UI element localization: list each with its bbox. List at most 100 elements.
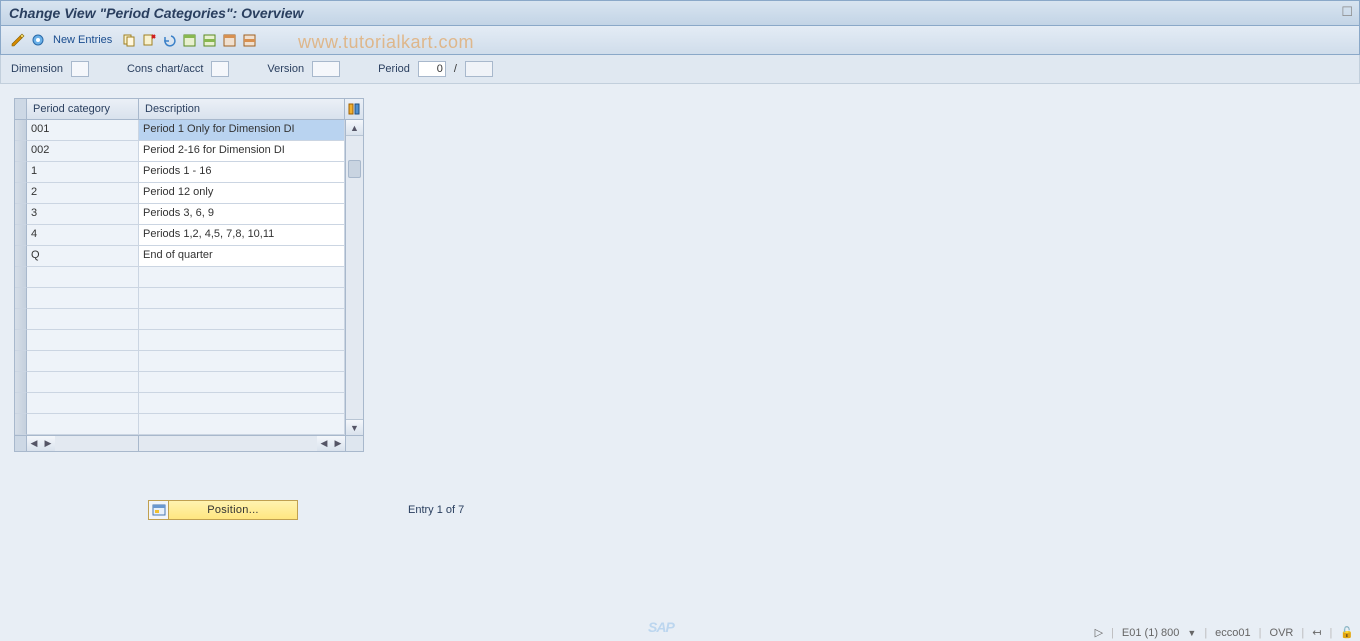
cell-description[interactable]: Period 2-16 for Dimension DI [139, 141, 345, 162]
other-view-icon[interactable] [29, 31, 47, 49]
table-row-empty[interactable] [15, 330, 345, 351]
table-row[interactable]: 1Periods 1 - 16 [15, 162, 345, 183]
delete-icon[interactable] [140, 31, 158, 49]
row-selector-header[interactable] [15, 99, 27, 119]
cell-description[interactable] [139, 288, 345, 309]
cell-period-category[interactable] [27, 414, 139, 435]
cell-description[interactable]: Period 12 only [139, 183, 345, 204]
new-entries-button[interactable]: New Entries [53, 34, 112, 46]
cell-description[interactable]: Periods 3, 6, 9 [139, 204, 345, 225]
position-icon [149, 501, 169, 519]
scroll-down-icon[interactable]: ▼ [346, 419, 363, 435]
row-selector[interactable] [15, 393, 27, 414]
cell-description[interactable] [139, 414, 345, 435]
table-row[interactable]: 3Periods 3, 6, 9 [15, 204, 345, 225]
table-settings-icon[interactable] [345, 99, 363, 119]
sap-logo: SAP [648, 619, 674, 635]
row-selector[interactable] [15, 309, 27, 330]
scroll-right-icon-2[interactable]: ▶ [331, 436, 345, 451]
scroll-up-icon[interactable]: ▲ [346, 120, 363, 136]
row-selector[interactable] [15, 288, 27, 309]
deselect-all-icon[interactable] [220, 31, 238, 49]
period-field[interactable]: 0 [418, 61, 446, 77]
version-field[interactable] [312, 61, 340, 77]
cell-period-category[interactable] [27, 330, 139, 351]
row-selector[interactable] [15, 204, 27, 225]
cell-period-category[interactable]: 2 [27, 183, 139, 204]
cell-period-category[interactable] [27, 288, 139, 309]
cell-description[interactable] [139, 330, 345, 351]
cell-period-category[interactable] [27, 309, 139, 330]
row-selector[interactable] [15, 267, 27, 288]
cell-description[interactable]: End of quarter [139, 246, 345, 267]
row-selector[interactable] [15, 141, 27, 162]
cell-period-category[interactable] [27, 372, 139, 393]
column-header-description[interactable]: Description [139, 99, 345, 119]
row-selector[interactable] [15, 225, 27, 246]
status-back-icon[interactable]: ↤ [1312, 626, 1321, 639]
select-all-icon[interactable] [180, 31, 198, 49]
row-selector[interactable] [15, 414, 27, 435]
table-row-empty[interactable] [15, 372, 345, 393]
version-label: Version [267, 63, 304, 75]
table-row[interactable]: 2Period 12 only [15, 183, 345, 204]
row-selector[interactable] [15, 246, 27, 267]
cell-period-category[interactable]: 002 [27, 141, 139, 162]
status-triangle-icon[interactable]: ▷ [1095, 626, 1103, 639]
cell-description[interactable] [139, 267, 345, 288]
select-block-icon[interactable] [200, 31, 218, 49]
row-selector[interactable] [15, 120, 27, 141]
cell-description[interactable]: Periods 1 - 16 [139, 162, 345, 183]
scroll-left-icon[interactable]: ◀ [27, 436, 41, 451]
cell-period-category[interactable]: 001 [27, 120, 139, 141]
vertical-scrollbar[interactable]: ▲ ▼ [345, 120, 363, 435]
cell-description[interactable]: Periods 1,2, 4,5, 7,8, 10,11 [139, 225, 345, 246]
column-header-period-category[interactable]: Period category [27, 99, 139, 119]
table-row-empty[interactable] [15, 267, 345, 288]
undo-icon[interactable] [160, 31, 178, 49]
row-selector[interactable] [15, 372, 27, 393]
toggle-display-change-icon[interactable] [9, 31, 27, 49]
scroll-left-icon-2[interactable]: ◀ [317, 436, 331, 451]
cell-period-category[interactable]: 4 [27, 225, 139, 246]
status-dropdown-icon[interactable]: ▼ [1187, 628, 1196, 638]
title-control-icon[interactable]: ☐ [1341, 4, 1353, 20]
table-row[interactable]: QEnd of quarter [15, 246, 345, 267]
cell-description[interactable] [139, 393, 345, 414]
dimension-label: Dimension [11, 63, 63, 75]
horizontal-scrollbar[interactable]: ◀ ▶ ◀ ▶ [15, 435, 363, 451]
table-row-empty[interactable] [15, 309, 345, 330]
period-separator: / [454, 63, 457, 75]
period-year-field[interactable] [465, 61, 493, 77]
table-row-empty[interactable] [15, 414, 345, 435]
cell-period-category[interactable] [27, 393, 139, 414]
cell-description[interactable] [139, 372, 345, 393]
row-selector[interactable] [15, 183, 27, 204]
table-row-empty[interactable] [15, 288, 345, 309]
cell-description[interactable] [139, 309, 345, 330]
cell-description[interactable]: Period 1 Only for Dimension DI [139, 120, 345, 141]
table-row-empty[interactable] [15, 351, 345, 372]
cell-period-category[interactable]: Q [27, 246, 139, 267]
cell-period-category[interactable] [27, 351, 139, 372]
row-selector[interactable] [15, 330, 27, 351]
table-row[interactable]: 4Periods 1,2, 4,5, 7,8, 10,11 [15, 225, 345, 246]
scroll-right-icon[interactable]: ▶ [41, 436, 55, 451]
copy-as-icon[interactable] [120, 31, 138, 49]
filter-bar: Dimension Cons chart/acct Version Period… [0, 55, 1360, 84]
row-selector[interactable] [15, 351, 27, 372]
cell-period-category[interactable]: 1 [27, 162, 139, 183]
row-selector[interactable] [15, 162, 27, 183]
table-row[interactable]: 002Period 2-16 for Dimension DI [15, 141, 345, 162]
cell-period-category[interactable] [27, 267, 139, 288]
position-button[interactable]: Position... [148, 500, 298, 520]
configure-icon[interactable] [240, 31, 258, 49]
dimension-field[interactable] [71, 61, 89, 77]
status-mode: OVR [1270, 627, 1294, 639]
status-lock-icon[interactable]: 🔓 [1340, 626, 1354, 639]
table-row-empty[interactable] [15, 393, 345, 414]
cell-description[interactable] [139, 351, 345, 372]
cell-period-category[interactable]: 3 [27, 204, 139, 225]
cons-chart-field[interactable] [211, 61, 229, 77]
table-row[interactable]: 001Period 1 Only for Dimension DI [15, 120, 345, 141]
